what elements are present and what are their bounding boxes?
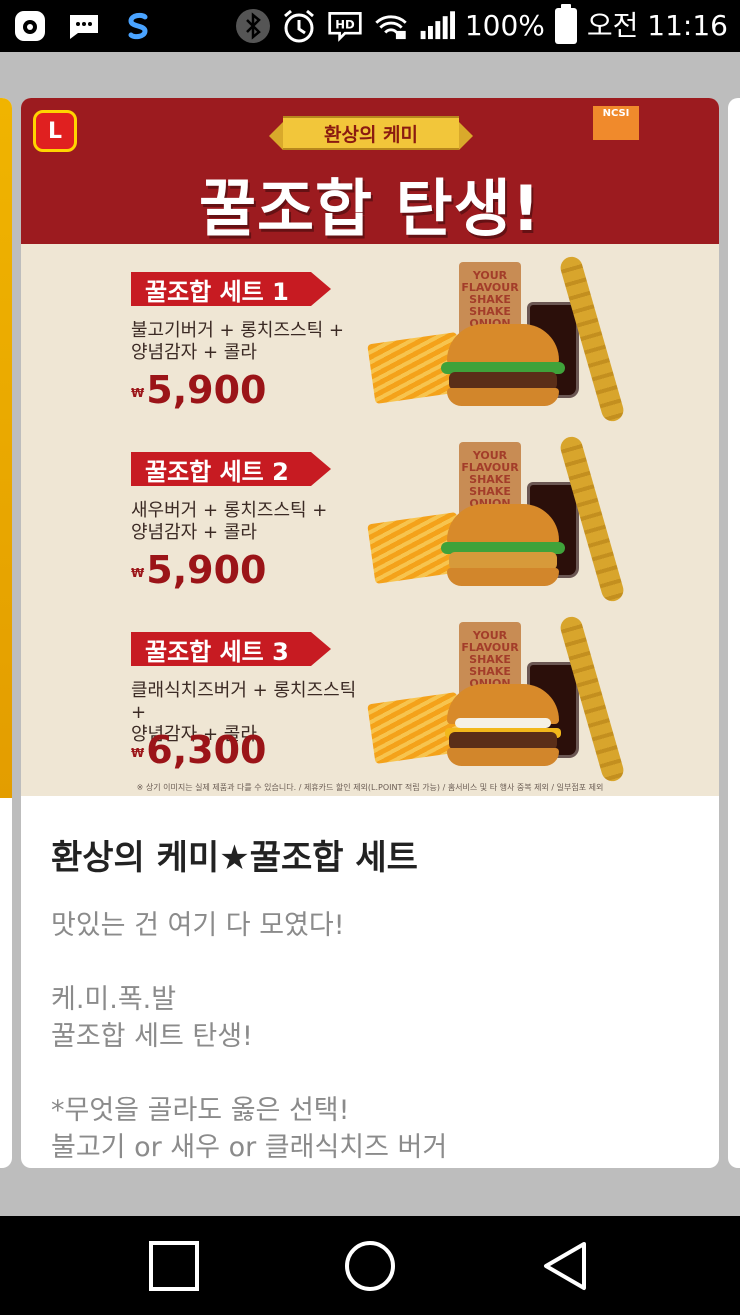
alarm-icon: [281, 8, 317, 44]
card-body: 맛있는 건 여기 다 모였다! 케.미.폭.발 꿀조합 세트 탄생! *무엇을 …: [51, 907, 691, 1166]
ncsi-label: NCSI: [593, 106, 639, 140]
ncsi-badge: NCSI: [593, 106, 711, 148]
set-price: ₩5,900: [131, 548, 267, 592]
back-button[interactable]: [540, 1240, 592, 1292]
set-1: 꿀조합 세트 1 불고기버거 + 롱치즈스틱 + 양념감자 + 콜라 ₩5,90…: [21, 244, 719, 424]
circle-icon: [345, 1241, 395, 1291]
shrimp-burger-image: [447, 504, 559, 544]
set-price: ₩5,900: [131, 368, 267, 412]
signal-icon: [419, 8, 455, 44]
card-line: 케.미.폭.발: [51, 984, 177, 1015]
card-line: 불고기 or 새우 or 클래식치즈 버거: [51, 1132, 448, 1163]
next-card-peek[interactable]: [728, 98, 740, 1168]
banner-sets-area: 꿀조합 세트 1 불고기버거 + 롱치즈스틱 + 양념감자 + 콜라 ₩5,90…: [21, 244, 719, 796]
battery-icon: [554, 4, 577, 44]
battery-percent: 100%: [464, 9, 545, 42]
clock: 오전 11:16: [586, 9, 728, 42]
banner-headline: 꿀조합 탄생!: [198, 172, 542, 245]
set-food-image: YOUR FLAVOUR SHAKE SHAKE ONION: [367, 614, 671, 784]
set-3: 꿀조합 세트 3 클래식치즈버거 + 롱치즈스틱 + 양념감자 + 콜라 ₩6,…: [21, 604, 719, 784]
messages-icon: [66, 8, 102, 44]
set-price: ₩6,300: [131, 728, 267, 772]
banner-disclaimer: ※ 상기 이미지는 실제 제품과 다를 수 있습니다. / 제휴카드 할인 제외…: [136, 783, 604, 792]
s-app-icon: [120, 8, 156, 44]
o-app-icon: [12, 8, 48, 44]
card-title: 환상의 케미★꿀조합 세트: [51, 838, 418, 878]
card-text-section: 환상의 케미★꿀조합 세트 맛있는 건 여기 다 모였다! 케.미.폭.발 꿀조…: [51, 830, 691, 1166]
lotteria-logo: L: [33, 110, 77, 152]
status-bar: HD 100% 오전 11:16: [0, 0, 740, 52]
bulgogi-burger-image: [447, 324, 559, 364]
bluetooth-icon: [235, 8, 271, 44]
wifi-lock-icon: [373, 8, 409, 44]
home-button[interactable]: [344, 1240, 396, 1292]
navigation-bar: [0, 1216, 740, 1315]
set-food-image: YOUR FLAVOUR SHAKE SHAKE ONION: [367, 434, 671, 604]
set-description: 새우버거 + 롱치즈스틱 + 양념감자 + 콜라: [131, 500, 328, 543]
set-food-image: YOUR FLAVOUR SHAKE SHAKE ONION: [367, 254, 671, 424]
set-2: 꿀조합 세트 2 새우버거 + 롱치즈스틱 + 양념감자 + 콜라 ₩5,900…: [21, 424, 719, 604]
set-description: 불고기버거 + 롱치즈스틱 + 양념감자 + 콜라: [131, 320, 344, 363]
back-triangle-icon: [544, 1242, 586, 1290]
set-name: 꿀조합 세트 2: [131, 452, 331, 486]
card-line: 맛있는 건 여기 다 모였다!: [51, 910, 345, 941]
set-name: 꿀조합 세트 3: [131, 632, 331, 666]
hd-voice-icon: HD: [327, 8, 363, 44]
promo-card[interactable]: L NCSI 환상의 케미 꿀조합 탄생! 꿀조합 세트 1 불고기버거 + 롱…: [21, 98, 719, 1168]
previous-card-peek[interactable]: [0, 98, 12, 1168]
square-icon: [149, 1241, 199, 1291]
svg-text:HD: HD: [335, 18, 355, 32]
card-line: *무엇을 골라도 옳은 선택!: [51, 1095, 350, 1126]
banner-ribbon: 환상의 케미: [269, 116, 473, 150]
banner-header: L NCSI 환상의 케미 꿀조합 탄생!: [21, 98, 719, 245]
recent-apps-button[interactable]: [148, 1240, 200, 1292]
set-name: 꿀조합 세트 1: [131, 272, 331, 306]
card-line: 꿀조합 세트 탄생!: [51, 1021, 253, 1052]
promo-banner-image: L NCSI 환상의 케미 꿀조합 탄생! 꿀조합 세트 1 불고기버거 + 롱…: [21, 98, 719, 796]
